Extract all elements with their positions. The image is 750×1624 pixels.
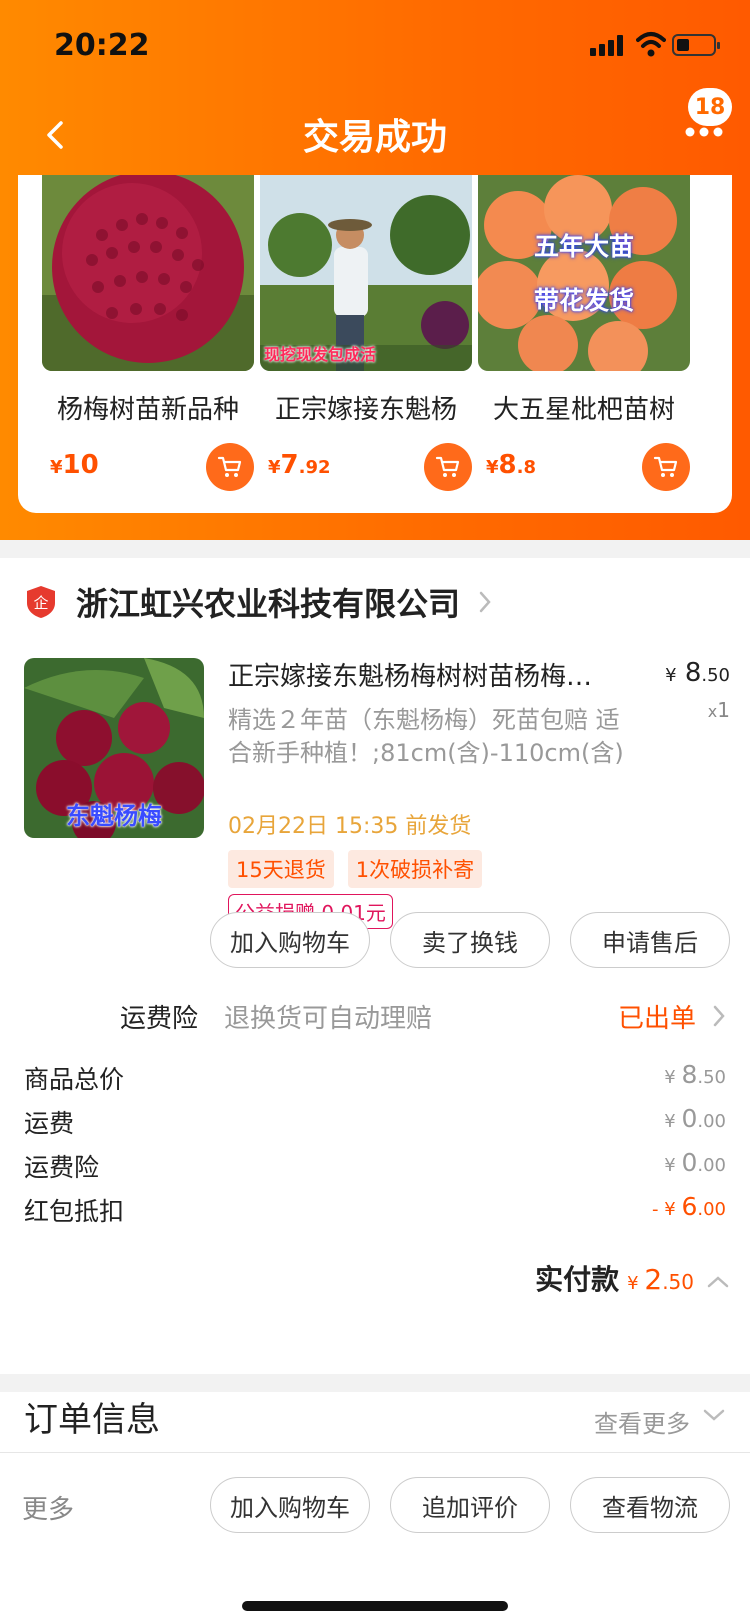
ship-time: 02月22日 15:35 前发货	[228, 814, 472, 839]
order-info-title: 订单信息	[24, 1400, 160, 1440]
bottom-action-bar: 更多 加入购物车 追加评价 查看物流	[0, 1452, 750, 1624]
view-logistics-button[interactable]: 查看物流	[570, 1477, 730, 1533]
summary-value: ¥ 0.00	[664, 1104, 726, 1133]
chevron-right-icon	[713, 1005, 725, 1027]
add-review-button[interactable]: 追加评价	[390, 1477, 550, 1533]
cart-icon	[217, 456, 242, 477]
service-tags: 15天退货 1次破损补寄	[228, 850, 483, 888]
summary-value: ¥ 8.50	[664, 1060, 726, 1089]
shop-name[interactable]: 浙江虹兴农业科技有限公司	[76, 579, 460, 625]
shop-header[interactable]: 企 浙江虹兴农业科技有限公司	[26, 578, 492, 626]
summary-label: 运费险	[24, 1153, 100, 1182]
product-image-caption: 东魁杨梅	[66, 802, 162, 830]
wifi-icon	[636, 32, 666, 57]
rec-item[interactable]: 五年大苗 带花发货 大五星枇杷苗树 ¥8.8	[478, 175, 690, 491]
summary-row: 运费 ¥ 0.00	[24, 1104, 726, 1144]
add-to-cart-button[interactable]	[206, 443, 254, 491]
rec-image-caption: 带花发货	[533, 286, 634, 315]
product-quantity: x1	[707, 698, 730, 722]
product-title[interactable]: 正宗嫁接东魁杨梅树树苗杨梅…	[228, 656, 628, 693]
paid-total[interactable]: 实付款 ¥ 2.50	[535, 1258, 730, 1298]
paid-amount: ¥ 2.50	[627, 1263, 694, 1296]
rec-image-loquat[interactable]: 五年大苗 带花发货	[478, 175, 690, 371]
summary-value: ¥ 0.00	[664, 1148, 726, 1177]
add-to-cart-button[interactable]: 加入购物车	[210, 912, 370, 968]
item-actions: 加入购物车 卖了换钱 申请售后	[210, 912, 730, 968]
cart-icon	[653, 456, 678, 477]
bottom-actions: 加入购物车 追加评价 查看物流	[210, 1477, 730, 1533]
product-spec: 精选２年苗（东魁杨梅）死苗包赔 适合新手种植！;81cm(含)-110cm(含)	[228, 706, 624, 767]
shipping-insurance-row[interactable]: 运费险 退换货可自动理赔 已出单	[0, 988, 750, 1044]
rec-name[interactable]: 大五星枇杷苗树	[478, 389, 690, 426]
signal-icon	[590, 34, 630, 56]
insurance-desc: 退换货可自动理赔	[224, 1004, 433, 1034]
more-icon[interactable]	[684, 126, 724, 142]
rec-price: ¥7.92	[268, 450, 331, 480]
rec-image-farmer[interactable]: 现挖现发包成活	[260, 175, 472, 371]
resell-button[interactable]: 卖了换钱	[390, 912, 550, 968]
more-menu[interactable]: 更多	[22, 1489, 74, 1526]
rec-item[interactable]: 现挖现发包成活 正宗嫁接东魁杨 ¥7.92	[260, 175, 472, 491]
rec-name[interactable]: 杨梅树苗新品种	[42, 389, 254, 426]
add-to-cart-button[interactable]	[424, 443, 472, 491]
rec-price: ¥10	[50, 450, 99, 480]
rec-name[interactable]: 正宗嫁接东魁杨	[260, 389, 472, 426]
summary-row: 运费险 ¥ 0.00	[24, 1148, 726, 1188]
summary-label: 运费	[24, 1109, 75, 1138]
summary-row: 商品总价 ¥ 8.50	[24, 1060, 726, 1100]
order-section: 企 浙江虹兴农业科技有限公司 东魁杨梅 正宗嫁接东魁杨梅树树苗杨梅… ¥ 8.5…	[0, 558, 750, 1374]
summary-label: 红包抵扣	[24, 1197, 125, 1226]
insurance-label: 运费险	[120, 1004, 199, 1034]
product-price: ¥ 8.50	[665, 658, 730, 688]
summary-value: - ¥ 6.00	[652, 1192, 726, 1221]
summary-row: 红包抵扣 - ¥ 6.00	[24, 1192, 726, 1232]
chevron-up-icon	[707, 1276, 729, 1288]
view-more-link[interactable]: 查看更多	[594, 1404, 690, 1439]
rec-price: ¥8.8	[486, 450, 536, 480]
battery-icon	[672, 34, 720, 56]
add-to-cart-button[interactable]: 加入购物车	[210, 1477, 370, 1533]
service-tag: 15天退货	[228, 850, 334, 888]
page-title: 交易成功	[302, 117, 447, 158]
rec-item[interactable]: 杨梅树苗新品种 ¥10	[42, 175, 254, 491]
product-image[interactable]: 东魁杨梅	[24, 658, 204, 838]
recommendation-card: 杨梅树苗新品种 ¥10 现挖现发包成活 正宗嫁接东魁杨 ¥7.92 五年大苗 带…	[18, 175, 732, 513]
cart-icon	[435, 456, 460, 477]
rec-image-caption: 现挖现发包成活	[264, 345, 377, 364]
summary-label: 商品总价	[24, 1065, 125, 1094]
service-tag: 1次破损补寄	[347, 850, 483, 888]
svg-text:企: 企	[33, 594, 48, 612]
add-to-cart-button[interactable]	[642, 443, 690, 491]
chevron-down-icon	[703, 1409, 725, 1421]
home-indicator	[242, 1601, 508, 1611]
chevron-right-icon	[479, 591, 491, 613]
nav-bar: 交易成功	[0, 90, 750, 180]
paid-label: 实付款	[535, 1263, 620, 1296]
after-sale-button[interactable]: 申请售后	[570, 912, 730, 968]
rec-image-bayberry[interactable]	[42, 175, 254, 371]
insurance-status: 已出单	[617, 1004, 696, 1034]
rec-image-caption: 五年大苗	[533, 232, 634, 261]
shop-logo-icon: 企	[27, 586, 55, 618]
order-info-header[interactable]: 订单信息 查看更多	[0, 1392, 750, 1452]
notification-badge[interactable]: 18	[688, 88, 732, 126]
status-time: 20:22	[54, 28, 150, 63]
status-bar: 20:22	[0, 0, 750, 90]
